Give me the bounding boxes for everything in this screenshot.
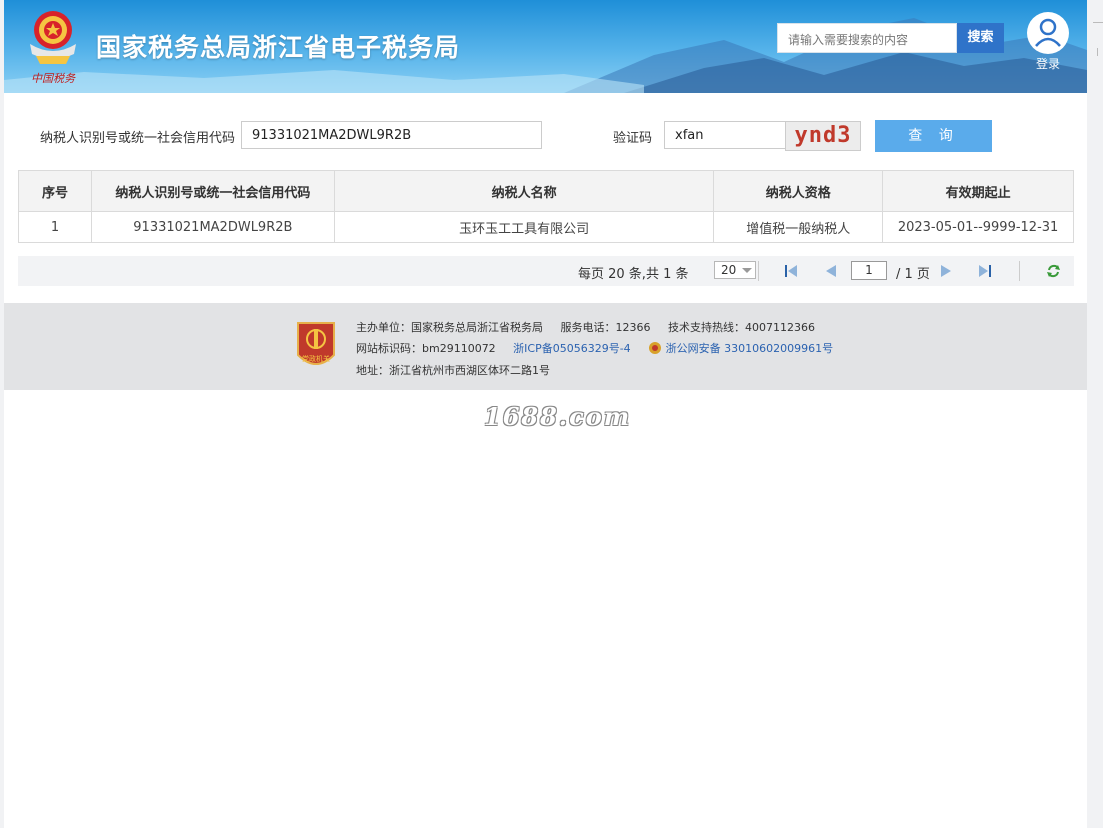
page: 中国税务 国家税务总局浙江省电子税务局 请输入需要搜索的内容 搜索 登录 纳税人…: [4, 0, 1087, 828]
result-table: 序号 纳税人识别号或统一社会信用代码 纳税人名称 纳税人资格 有效期起止 1 9…: [18, 170, 1074, 243]
site-title: 国家税务总局浙江省电子税务局: [96, 33, 461, 62]
taxpayer-id-label: 纳税人识别号或统一社会信用代码: [40, 131, 236, 146]
current-page-input[interactable]: 1: [851, 261, 887, 280]
police-record-link[interactable]: 浙公网安备 33010602009961号: [666, 342, 833, 355]
search-input[interactable]: 请输入需要搜索的内容: [777, 23, 957, 53]
prev-page-icon[interactable]: [824, 264, 838, 278]
footer-address: 地址：浙江省杭州市西湖区体环二路1号: [356, 364, 550, 377]
badge-text: 党政机关: [302, 354, 330, 363]
divider: [758, 261, 759, 281]
captcha-label: 验证码: [613, 131, 653, 146]
cell-taxpayer-id: 91331021MA2DWL9R2B: [90, 211, 335, 243]
taxpayer-id-input[interactable]: 91331021MA2DWL9R2B: [241, 121, 542, 149]
user-avatar-icon: [1027, 12, 1069, 54]
watermark: 1688.com: [484, 402, 632, 431]
login-button[interactable]: 登录: [1024, 12, 1072, 72]
col-header-taxpayer-id: 纳税人识别号或统一社会信用代码: [90, 170, 335, 212]
footer-phone: 服务电话：12366: [560, 321, 651, 334]
scrollbar-mark: [1097, 48, 1098, 56]
footer-hotline: 技术支持热线：4007112366: [667, 321, 815, 334]
total-pages: / 1 页: [896, 267, 930, 282]
site-footer: 党政机关 主办单位：国家税务总局浙江省税务局 服务电话：12366 技术支持热线…: [4, 303, 1087, 390]
divider: [1019, 261, 1020, 281]
cell-index: 1: [18, 211, 92, 243]
col-header-qualification: 纳税人资格: [713, 170, 884, 212]
captcha-image[interactable]: ynd3: [785, 121, 861, 151]
captcha-input[interactable]: xfan: [664, 121, 786, 149]
pagination-info: 每页 20 条,共 1 条: [578, 267, 689, 282]
col-header-validity: 有效期起止: [882, 170, 1074, 212]
header-banner: 中国税务 国家税务总局浙江省电子税务局 请输入需要搜索的内容 搜索 登录: [4, 0, 1087, 93]
party-govt-badge-icon[interactable]: 党政机关: [294, 319, 338, 373]
col-header-taxpayer-name: 纳税人名称: [333, 170, 715, 212]
footer-site-id: 网站标识码：bm29110072: [356, 342, 496, 355]
refresh-icon[interactable]: [1046, 264, 1061, 278]
search-button[interactable]: 搜索: [957, 23, 1004, 53]
tax-emblem-logo: 中国税务: [30, 11, 76, 85]
cell-validity: 2023-05-01--9999-12-31: [882, 211, 1074, 243]
table-header-row: 序号 纳税人识别号或统一社会信用代码 纳税人名称 纳税人资格 有效期起止: [18, 170, 1074, 212]
pagination-bar: 每页 20 条,共 1 条 20 1 / 1 页: [18, 256, 1074, 286]
police-emblem-icon: [649, 342, 662, 354]
query-button[interactable]: 查 询: [875, 120, 992, 152]
footer-line-2: 网站标识码：bm29110072 浙ICP备05056329号-4 浙公网安备 …: [356, 340, 833, 356]
scrollbar-mark: [1093, 22, 1103, 23]
last-page-icon[interactable]: [978, 264, 992, 278]
page-size-value: 20: [721, 263, 737, 277]
cell-taxpayer-name: 玉环玉工工具有限公司: [333, 211, 715, 243]
cell-qualification: 增值税一般纳税人: [713, 211, 884, 243]
table-row[interactable]: 1 91331021MA2DWL9R2B 玉环玉工工具有限公司 增值税一般纳税人…: [18, 211, 1074, 243]
icp-link[interactable]: 浙ICP备05056329号-4: [513, 342, 631, 355]
footer-line-1: 主办单位：国家税务总局浙江省税务局 服务电话：12366 技术支持热线：4007…: [356, 319, 815, 335]
login-label: 登录: [1035, 57, 1060, 71]
col-header-index: 序号: [18, 170, 92, 212]
query-form: 纳税人识别号或统一社会信用代码 91331021MA2DWL9R2B 验证码 x…: [4, 120, 1087, 152]
next-page-icon[interactable]: [939, 264, 953, 278]
footer-host: 主办单位：国家税务总局浙江省税务局: [356, 321, 543, 334]
chevron-down-icon: [742, 268, 752, 273]
svg-text:中国税务: 中国税务: [31, 72, 76, 85]
first-page-icon[interactable]: [784, 264, 798, 278]
page-size-select[interactable]: 20: [714, 261, 756, 279]
